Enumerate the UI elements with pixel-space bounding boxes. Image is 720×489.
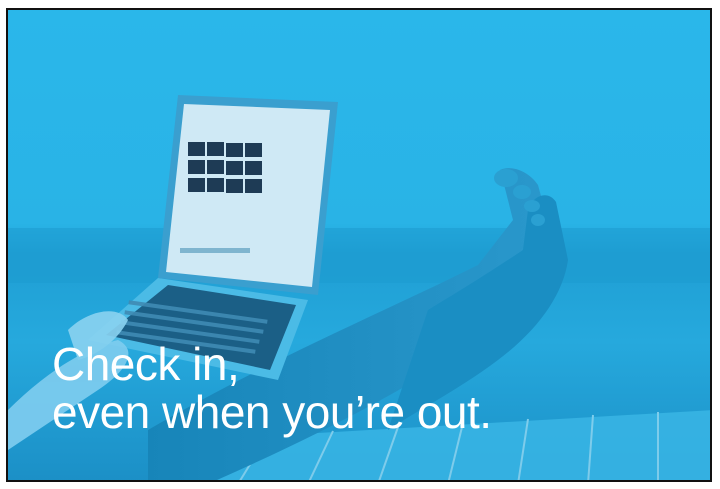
headline-line-2: even when you’re out. — [52, 386, 492, 438]
promo-banner: Check in, even when you’re out. — [6, 8, 712, 482]
headline-line-1: Check in, — [52, 338, 240, 390]
sea-horizon — [8, 228, 710, 283]
headline: Check in, even when you’re out. — [52, 340, 492, 436]
